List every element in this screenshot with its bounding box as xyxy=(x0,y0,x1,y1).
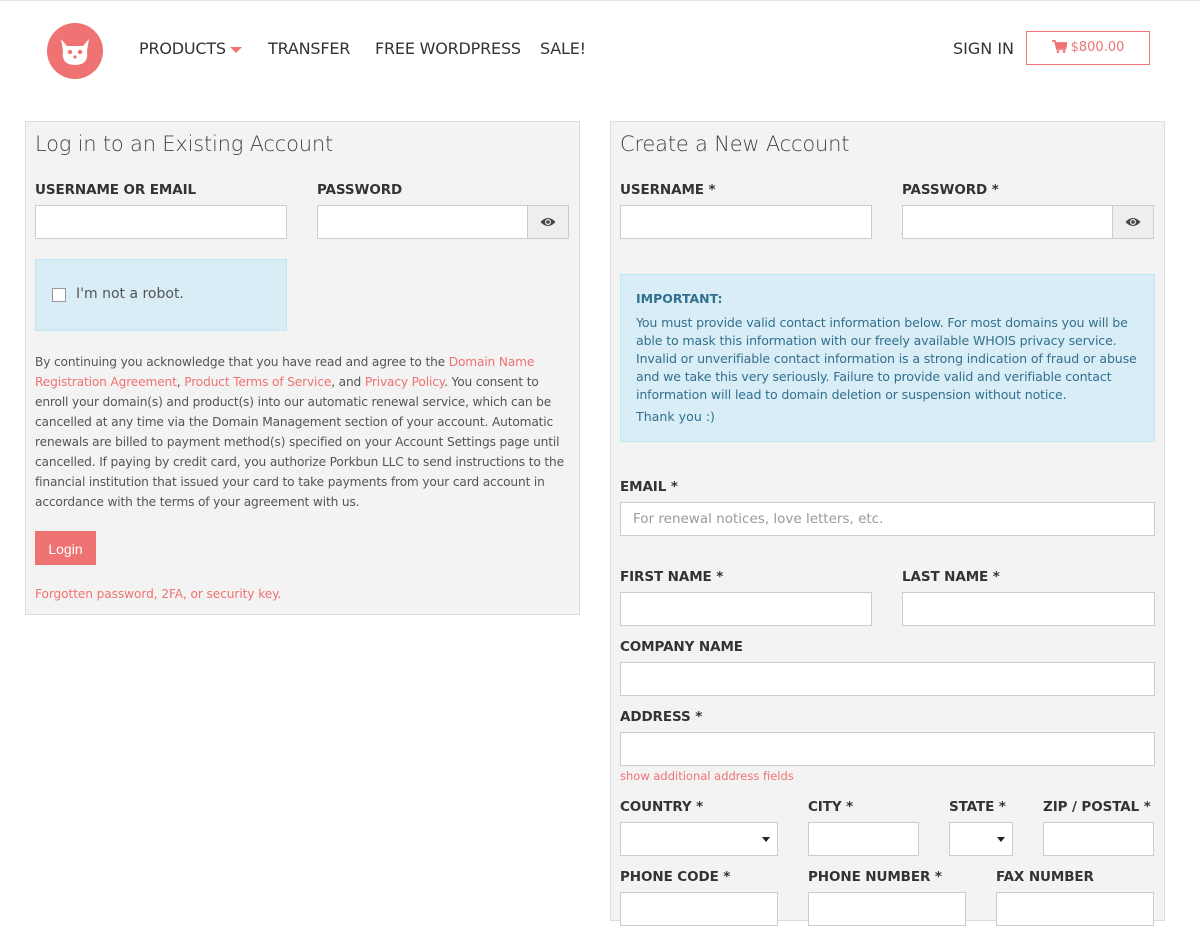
first-name-label: FIRST NAME * xyxy=(620,569,724,585)
cart-icon xyxy=(1051,40,1068,53)
login-password-label: PASSWORD xyxy=(317,182,403,198)
captcha-widget: I'm not a robot. xyxy=(35,259,287,331)
create-title: Create a New Account xyxy=(620,132,850,156)
email-label: EMAIL * xyxy=(620,479,678,495)
caret-down-icon xyxy=(762,837,770,842)
privacy-policy-link[interactable]: Privacy Policy xyxy=(365,375,444,389)
nav-transfer[interactable]: TRANSFER xyxy=(268,38,350,60)
phone-code-label: PHONE CODE * xyxy=(620,869,731,885)
important-thanks: Thank you :) xyxy=(636,409,715,424)
login-title: Log in to an Existing Account xyxy=(35,132,334,156)
login-password-input[interactable] xyxy=(317,205,529,239)
nav-free-wordpress[interactable]: FREE WORDPRESS xyxy=(375,38,521,60)
captcha-checkbox[interactable] xyxy=(52,288,66,302)
login-button[interactable]: Login xyxy=(35,531,96,565)
country-label: COUNTRY * xyxy=(620,799,704,815)
fax-number-label: FAX NUMBER xyxy=(996,869,1094,885)
top-border xyxy=(0,0,1201,1)
nav-products[interactable]: PRODUCTS xyxy=(139,38,242,60)
porkbun-logo-icon[interactable] xyxy=(47,23,103,79)
nav-sale[interactable]: SALE! xyxy=(540,38,586,60)
city-label: CITY * xyxy=(808,799,854,815)
cart-button[interactable]: $800.00 xyxy=(1026,31,1150,65)
city-field[interactable] xyxy=(808,822,919,856)
country-select[interactable] xyxy=(620,822,778,856)
captcha-label: I'm not a robot. xyxy=(76,286,184,302)
last-name-label: LAST NAME * xyxy=(902,569,1000,585)
caret-down-icon xyxy=(997,837,1005,842)
nav-products-label: PRODUCTS xyxy=(139,39,226,58)
zip-field[interactable] xyxy=(1043,822,1154,856)
login-show-password-button[interactable] xyxy=(527,205,569,239)
email-field[interactable] xyxy=(620,502,1155,536)
product-terms-link[interactable]: Product Terms of Service xyxy=(184,375,331,389)
phone-number-label: PHONE NUMBER * xyxy=(808,869,942,885)
address-label: ADDRESS * xyxy=(620,709,703,725)
address-field[interactable] xyxy=(620,732,1155,766)
important-title: IMPORTANT: xyxy=(636,291,723,306)
create-show-password-button[interactable] xyxy=(1112,205,1154,239)
login-username-label: USERNAME OR EMAIL xyxy=(35,182,197,198)
eye-icon xyxy=(540,218,556,226)
create-username-label: USERNAME * xyxy=(620,182,716,198)
legal-sep-2: , and xyxy=(331,375,365,389)
fax-number-field[interactable] xyxy=(996,892,1154,926)
state-select[interactable] xyxy=(949,822,1013,856)
create-password-input[interactable] xyxy=(902,205,1114,239)
eye-icon xyxy=(1125,218,1141,226)
login-username-input[interactable] xyxy=(35,205,287,239)
legal-text-1: By continuing you acknowledge that you h… xyxy=(35,355,449,369)
company-name-field[interactable] xyxy=(620,662,1155,696)
zip-label: ZIP / POSTAL * xyxy=(1043,799,1151,815)
create-username-input[interactable] xyxy=(620,205,872,239)
first-name-field[interactable] xyxy=(620,592,872,626)
forgot-password-link[interactable]: Forgotten password, 2FA, or security key… xyxy=(35,587,281,601)
important-body: You must provide valid contact informati… xyxy=(636,315,1137,402)
important-alert: IMPORTANT: You must provide valid contac… xyxy=(620,274,1155,442)
last-name-field[interactable] xyxy=(902,592,1155,626)
legal-text-2: . You consent to enroll your domain(s) a… xyxy=(35,375,564,509)
sign-in-link[interactable]: SIGN IN xyxy=(953,38,1014,60)
cart-total: $800.00 xyxy=(1070,40,1125,55)
chevron-down-icon xyxy=(229,46,242,53)
legal-text: By continuing you acknowledge that you h… xyxy=(35,352,575,512)
create-password-label: PASSWORD * xyxy=(902,182,999,198)
state-label: STATE * xyxy=(949,799,1006,815)
phone-number-field[interactable] xyxy=(808,892,966,926)
show-additional-address-link[interactable]: show additional address fields xyxy=(620,769,794,783)
company-name-label: COMPANY NAME xyxy=(620,639,743,655)
phone-code-field[interactable] xyxy=(620,892,778,926)
